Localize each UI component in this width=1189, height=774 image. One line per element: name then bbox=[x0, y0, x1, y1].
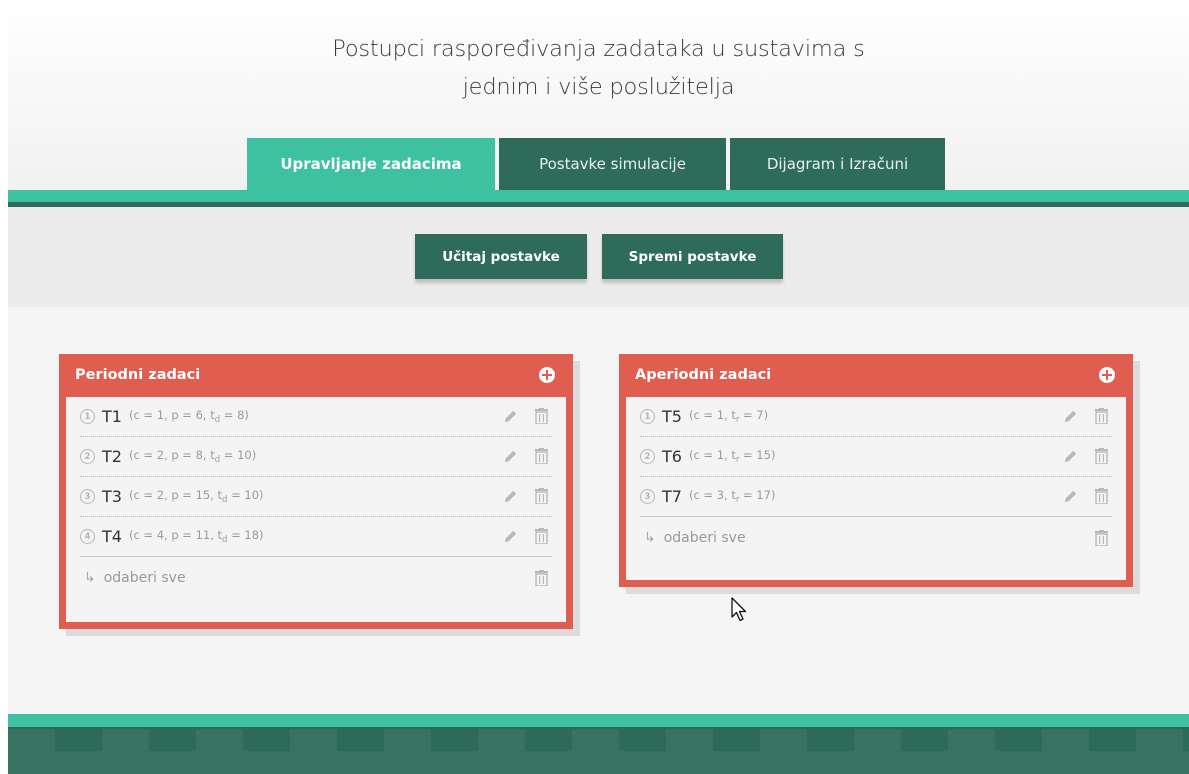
number-circle-icon: 1 bbox=[80, 409, 95, 424]
periodic-tasks-panel: Periodni zadaci 1 T1 (c = 1, p = 6, td =… bbox=[59, 354, 573, 629]
add-aperiodic-task-icon[interactable] bbox=[1099, 367, 1115, 383]
task-name: T2 bbox=[102, 447, 122, 466]
footer bbox=[8, 714, 1189, 774]
return-arrow-icon: ↳ bbox=[84, 570, 96, 586]
pencil-icon[interactable] bbox=[1063, 449, 1078, 464]
save-settings-button[interactable]: Spremi postavke bbox=[602, 234, 783, 279]
task-name: T6 bbox=[662, 447, 682, 466]
trash-icon[interactable] bbox=[535, 528, 548, 544]
footer-checker-row2 bbox=[8, 751, 1189, 774]
aperiodic-task-list: 1 T5 (c = 1, tr = 7) 2 T6 (c = 1, tr = 1… bbox=[626, 397, 1126, 580]
pencil-icon[interactable] bbox=[1063, 409, 1078, 424]
toolbar: Učitaj postavke Spremi postavke bbox=[8, 207, 1189, 307]
number-circle-icon: 2 bbox=[80, 449, 95, 464]
pencil-icon[interactable] bbox=[1063, 489, 1078, 504]
periodic-tasks-header: Periodni zadaci bbox=[59, 354, 573, 395]
tab-diagram-calculations[interactable]: Dijagram i Izračuni bbox=[730, 138, 945, 190]
task-params: (c = 1, tr = 7) bbox=[688, 408, 769, 425]
select-all-periodic[interactable]: ↳ odaberi sve bbox=[80, 557, 552, 599]
trash-icon[interactable] bbox=[1095, 488, 1108, 504]
task-row-t4[interactable]: 4 T4 (c = 4, p = 11, td = 18) bbox=[80, 517, 552, 557]
task-row-t6[interactable]: 2 T6 (c = 1, tr = 15) bbox=[640, 437, 1112, 477]
aperiodic-tasks-title: Aperiodni zadaci bbox=[635, 366, 772, 383]
header-band bbox=[8, 190, 1189, 202]
task-name: T1 bbox=[102, 407, 122, 426]
task-params: (c = 1, p = 6, td = 8) bbox=[128, 408, 249, 425]
trash-icon[interactable] bbox=[1095, 530, 1108, 546]
tab-simulation-settings[interactable]: Postavke simulacije bbox=[499, 138, 726, 190]
pencil-icon[interactable] bbox=[503, 529, 518, 544]
task-params: (c = 4, p = 11, td = 18) bbox=[128, 528, 264, 545]
aperiodic-tasks-header: Aperiodni zadaci bbox=[619, 354, 1133, 395]
add-periodic-task-icon[interactable] bbox=[539, 367, 555, 383]
page: Postupci raspoređivanja zadataka u susta… bbox=[8, 8, 1189, 774]
footer-band bbox=[8, 714, 1189, 727]
task-row-t1[interactable]: 1 T1 (c = 1, p = 6, td = 8) bbox=[80, 397, 552, 437]
return-arrow-icon: ↳ bbox=[644, 530, 656, 546]
trash-icon[interactable] bbox=[535, 448, 548, 464]
task-name: T3 bbox=[102, 487, 122, 506]
load-settings-button[interactable]: Učitaj postavke bbox=[415, 234, 587, 279]
task-params: (c = 1, tr = 15) bbox=[688, 448, 776, 465]
pencil-icon[interactable] bbox=[503, 409, 518, 424]
number-circle-icon: 1 bbox=[640, 409, 655, 424]
task-params: (c = 3, tr = 17) bbox=[688, 488, 776, 505]
task-name: T5 bbox=[662, 407, 682, 426]
select-all-aperiodic[interactable]: ↳ odaberi sve bbox=[640, 517, 1112, 559]
trash-icon[interactable] bbox=[535, 570, 548, 586]
task-row-t5[interactable]: 1 T5 (c = 1, tr = 7) bbox=[640, 397, 1112, 437]
page-title-line2: jednim i više poslužitelja bbox=[462, 74, 735, 100]
trash-icon[interactable] bbox=[1095, 408, 1108, 424]
task-params: (c = 2, p = 15, td = 10) bbox=[128, 488, 264, 505]
periodic-task-list: 1 T1 (c = 1, p = 6, td = 8) 2 T2 (c = 2,… bbox=[66, 397, 566, 622]
task-name: T7 bbox=[662, 487, 682, 506]
select-all-label: odaberi sve bbox=[103, 570, 186, 586]
number-circle-icon: 2 bbox=[640, 449, 655, 464]
tab-task-management[interactable]: Upravljanje zadacima bbox=[247, 138, 495, 190]
number-circle-icon: 3 bbox=[640, 489, 655, 504]
header: Postupci raspoređivanja zadataka u susta… bbox=[8, 8, 1189, 190]
mouse-cursor-icon bbox=[731, 597, 747, 622]
trash-icon[interactable] bbox=[535, 408, 548, 424]
aperiodic-tasks-panel: Aperiodni zadaci 1 T5 (c = 1, tr = 7) 2 … bbox=[619, 354, 1133, 587]
select-all-label: odaberi sve bbox=[663, 530, 746, 546]
task-row-t2[interactable]: 2 T2 (c = 2, p = 8, td = 10) bbox=[80, 437, 552, 477]
pencil-icon[interactable] bbox=[503, 489, 518, 504]
page-title-line1: Postupci raspoređivanja zadataka u susta… bbox=[332, 36, 865, 62]
task-name: T4 bbox=[102, 527, 122, 546]
periodic-tasks-title: Periodni zadaci bbox=[75, 366, 201, 383]
trash-icon[interactable] bbox=[1095, 448, 1108, 464]
task-row-t7[interactable]: 3 T7 (c = 3, tr = 17) bbox=[640, 477, 1112, 517]
tab-bar: Upravljanje zadacima Postavke simulacije… bbox=[247, 138, 945, 190]
pencil-icon[interactable] bbox=[503, 449, 518, 464]
trash-icon[interactable] bbox=[535, 488, 548, 504]
task-params: (c = 2, p = 8, td = 10) bbox=[128, 448, 257, 465]
page-title: Postupci raspoređivanja zadataka u susta… bbox=[8, 30, 1189, 106]
number-circle-icon: 3 bbox=[80, 489, 95, 504]
task-row-t3[interactable]: 3 T3 (c = 2, p = 15, td = 10) bbox=[80, 477, 552, 517]
number-circle-icon: 4 bbox=[80, 529, 95, 544]
